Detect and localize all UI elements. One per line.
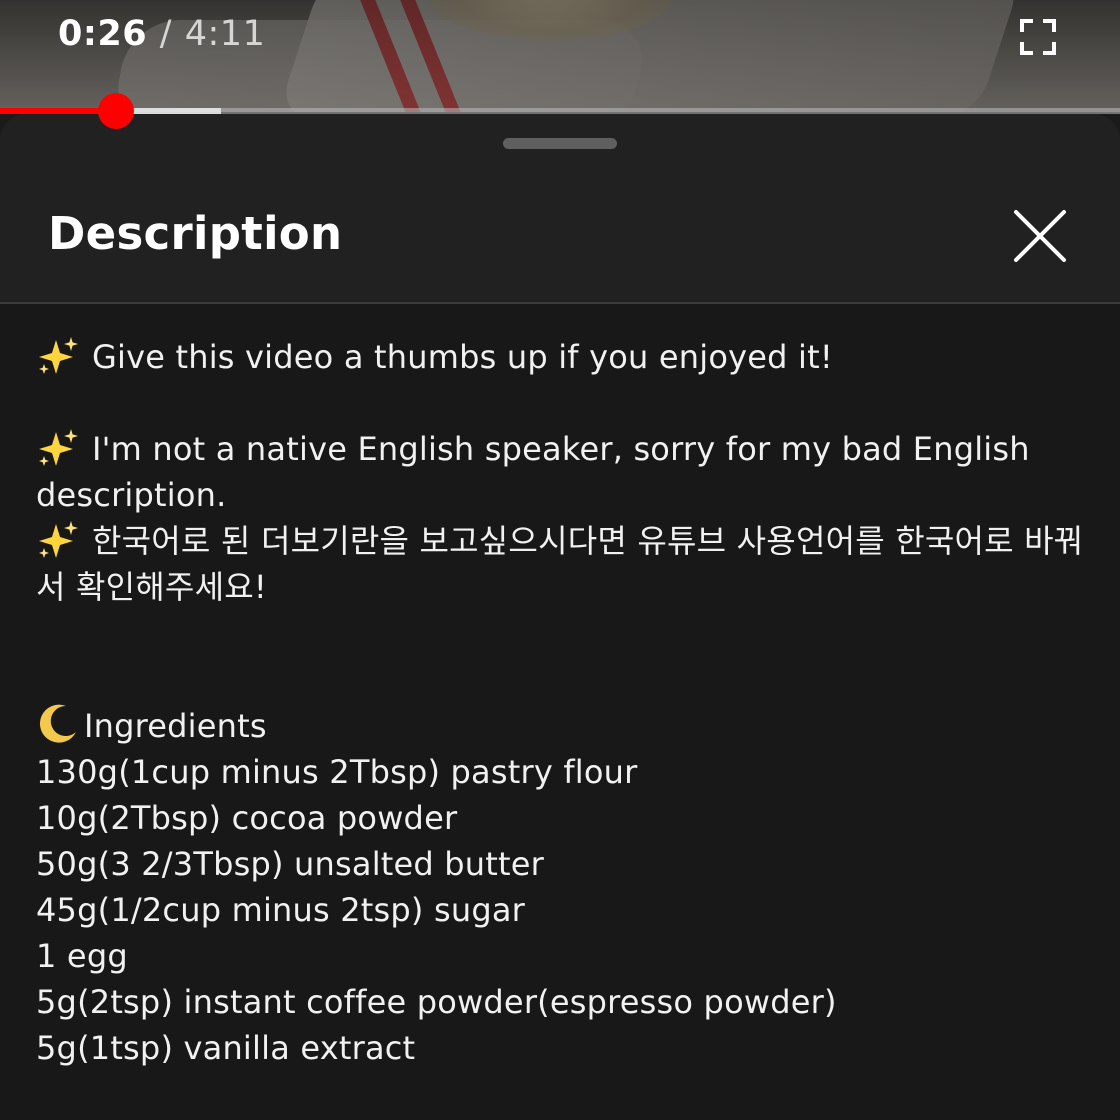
description-body: Give this video a thumbs up if you enjoy… xyxy=(0,304,1120,1120)
ingredients-heading-text: Ingredients xyxy=(84,707,267,745)
fullscreen-button[interactable] xyxy=(1018,17,1058,57)
ingredient-item: 45g(1/2cup minus 2tsp) sugar xyxy=(36,891,526,929)
ingredient-item: 130g(1cup minus 2Tbsp) pastry flour xyxy=(36,753,638,791)
description-line-text: I'm not a native English speaker, sorry … xyxy=(36,430,1030,514)
ingredient-item: 50g(3 2/3Tbsp) unsalted butter xyxy=(36,845,545,883)
description-line: I'm not a native English speaker, sorry … xyxy=(36,426,1096,518)
sheet-title: Description xyxy=(48,207,343,260)
close-icon xyxy=(1014,210,1066,262)
ingredients-heading: Ingredients xyxy=(36,702,1096,749)
ingredient-item: 5g(2tsp) instant coffee powder(espresso … xyxy=(36,983,837,1021)
description-line: 한국어로 된 더보기란을 보고싶으시다면 유튜브 사용언어를 한국어로 바꿔서 … xyxy=(36,518,1096,610)
time-display: 0:26 / 4:11 xyxy=(58,14,265,54)
time-separator: / xyxy=(159,14,173,54)
close-button[interactable] xyxy=(1008,204,1072,268)
fullscreen-icon xyxy=(1020,19,1056,55)
sheet-drag-handle[interactable] xyxy=(503,138,617,149)
description-text: Give this video a thumbs up if you enjoy… xyxy=(36,334,1096,1071)
duration-time: 4:11 xyxy=(184,14,266,54)
sparkles-icon xyxy=(39,337,78,374)
sparkles-icon xyxy=(39,429,78,466)
crescent-moon-icon xyxy=(39,704,76,743)
description-line: Give this video a thumbs up if you enjoy… xyxy=(36,334,1096,380)
description-line-text: 한국어로 된 더보기란을 보고싶으시다면 유튜브 사용언어를 한국어로 바꿔서 … xyxy=(36,522,1084,606)
sparkles-icon xyxy=(39,521,78,558)
progress-bar[interactable] xyxy=(0,93,1120,129)
progress-scrubber-handle[interactable] xyxy=(98,93,135,129)
app-root: 0:26 / 4:11 Description Give this video … xyxy=(0,0,1120,1120)
description-line-text: Give this video a thumbs up if you enjoy… xyxy=(92,338,833,376)
ingredient-item: 1 egg xyxy=(36,937,128,975)
ingredient-item: 5g(1tsp) vanilla extract xyxy=(36,1029,416,1067)
current-time: 0:26 xyxy=(58,14,148,54)
sheet-header: Description xyxy=(0,174,1120,304)
video-player[interactable]: 0:26 / 4:11 xyxy=(0,0,1120,112)
ingredient-item: 10g(2Tbsp) cocoa powder xyxy=(36,799,458,837)
description-sheet: Description Give this video a thumbs up … xyxy=(0,114,1120,1120)
